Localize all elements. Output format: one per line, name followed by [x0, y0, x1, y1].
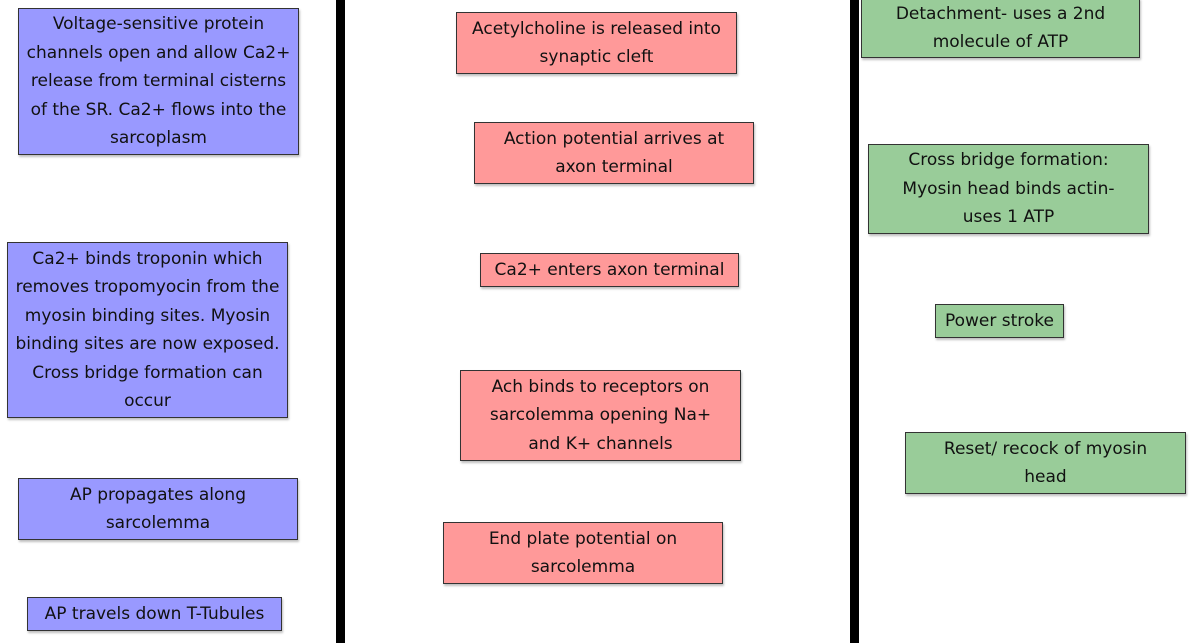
card-action-potential-arrives[interactable]: Action potential arrives at axon termina…: [474, 122, 754, 184]
card-end-plate-potential[interactable]: End plate potential on sarcolemma: [443, 522, 723, 584]
divider-right: [850, 0, 859, 643]
card-cross-bridge-formation[interactable]: Cross bridge formation: Myosin head bind…: [868, 144, 1149, 234]
card-ach-binds[interactable]: Ach binds to receptors on sarcolemma ope…: [460, 370, 741, 461]
card-sr-calcium-release[interactable]: Voltage-sensitive protein channels open …: [18, 8, 299, 155]
card-calcium-enters[interactable]: Ca2+ enters axon terminal: [480, 253, 739, 287]
card-reset-recock[interactable]: Reset/ recock of myosin head: [905, 432, 1186, 494]
card-power-stroke[interactable]: Power stroke: [935, 304, 1064, 338]
card-acetylcholine-released[interactable]: Acetylcholine is released into synaptic …: [456, 12, 737, 74]
card-detachment[interactable]: Detachment- uses a 2nd molecule of ATP: [861, 0, 1140, 58]
card-troponin-binding[interactable]: Ca2+ binds troponin which removes tropom…: [7, 242, 288, 418]
divider-left: [336, 0, 345, 643]
card-ap-t-tubules[interactable]: AP travels down T-Tubules: [27, 597, 282, 631]
card-ap-propagates[interactable]: AP propagates along sarcolemma: [18, 478, 298, 540]
